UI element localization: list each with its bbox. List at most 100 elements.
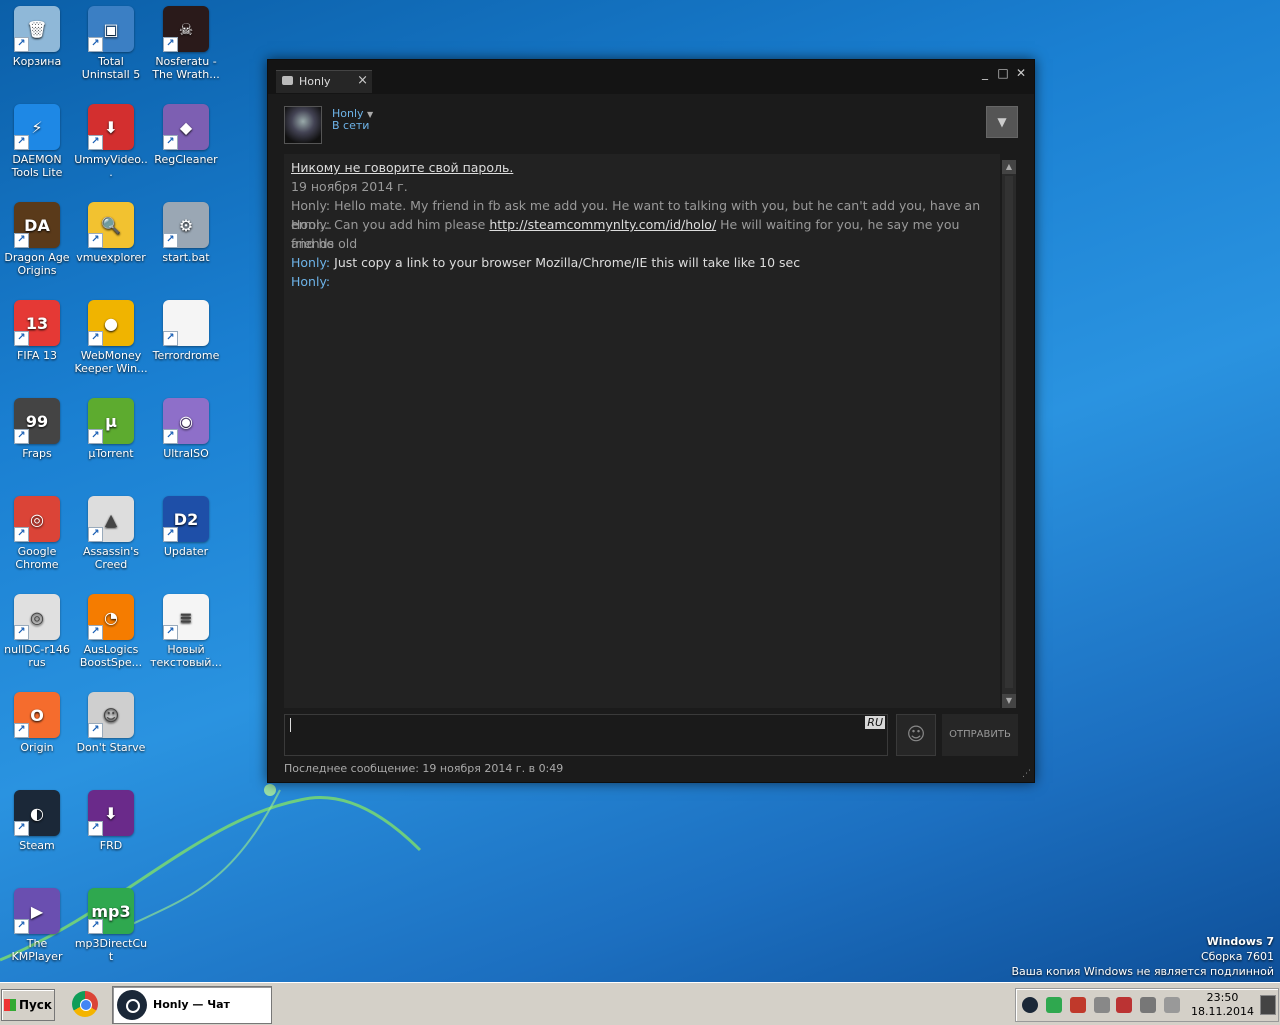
taskbar-active-task[interactable]: Honly — Чат — [112, 986, 272, 1024]
chat-options-dropdown[interactable]: ▼ — [986, 106, 1018, 138]
maximize-button[interactable]: □ — [996, 66, 1010, 80]
antivirus-tray-icon[interactable] — [1070, 997, 1086, 1013]
scroll-down-icon[interactable]: ▼ — [1002, 694, 1016, 708]
chat-tab[interactable]: Honly × — [276, 70, 372, 93]
scroll-track[interactable] — [1005, 176, 1013, 688]
desktop-icon[interactable]: ⚡ ↗ DAEMON Tools Lite — [0, 98, 74, 179]
desktop-icon[interactable]: ▶ ↗ The KMPlayer — [0, 882, 74, 963]
task-label: Honly — Чат — [153, 998, 230, 1011]
desktop-icon-label: Google Chrome — [15, 545, 59, 571]
desktop-icon[interactable]: ▣ ↗ Total Uninstall 5 — [74, 0, 148, 81]
desktop-icon-label: nullDC-r146 rus — [4, 643, 70, 669]
auslogics-icon: ◔ ↗ — [88, 594, 134, 640]
desktop-icon[interactable]: ⬇ ↗ UmmyVideo... — [74, 98, 148, 179]
desktop-icon[interactable]: ☠ ↗ Nosferatu - The Wrath... — [149, 0, 223, 81]
send-button[interactable]: ОТПРАВИТЬ — [942, 714, 1018, 756]
desktop-icon[interactable]: ◎ ↗ nullDC-r146 rus — [0, 588, 74, 669]
phishing-link[interactable]: http://steamcommynlty.com/id/holo/ — [489, 217, 716, 232]
taskbar-chrome-button[interactable] — [68, 987, 102, 1021]
desktop-icon-label: WebMoney Keeper Win... — [74, 349, 148, 375]
chat-tab-label: Honly — [299, 75, 331, 88]
chat-message-input[interactable]: RU — [284, 714, 888, 756]
desktop-icon[interactable]: ≡ ↗ Новый текстовый... — [149, 588, 223, 669]
shortcut-arrow-icon: ↗ — [163, 625, 178, 640]
clock[interactable]: 23:50 18.11.2014 — [1191, 991, 1254, 1019]
shortcut-arrow-icon: ↗ — [88, 821, 103, 836]
shortcut-arrow-icon: ↗ — [14, 919, 29, 934]
ultraiso-icon: ◉ ↗ — [163, 398, 209, 444]
scroll-up-icon[interactable]: ▲ — [1002, 160, 1016, 174]
desktop-icon-label: mp3DirectCut — [74, 937, 148, 963]
chevron-down-icon: ▼ — [367, 110, 374, 119]
d2-updater-icon: D2 ↗ — [163, 496, 209, 542]
close-button[interactable]: ✕ — [1014, 66, 1028, 80]
shortcut-arrow-icon: ↗ — [163, 527, 178, 542]
dont-starve-icon: ☺ ↗ — [88, 692, 134, 738]
desktop-icon-label: Корзина — [12, 55, 62, 68]
shortcut-arrow-icon: ↗ — [163, 135, 178, 150]
chrome-icon — [72, 991, 98, 1017]
desktop-icon[interactable]: 13 ↗ FIFA 13 — [0, 294, 74, 362]
desktop-icon[interactable]: 🗑 ↗ Корзина — [0, 0, 74, 68]
desktop-icon[interactable]: mp3 ↗ mp3DirectCut — [74, 882, 148, 963]
text-file-icon: ≡ ↗ — [163, 594, 209, 640]
assassins-creed-icon: ▲ ↗ — [88, 496, 134, 542]
start-label: Пуск — [18, 998, 53, 1012]
desktop-icon[interactable]: ◎ ↗ Google Chrome — [0, 490, 74, 571]
desktop-icon[interactable]: ◐ ↗ Steam — [0, 784, 74, 852]
chat-message-continuation: friends — [291, 236, 335, 251]
desktop-icon[interactable]: ◉ ↗ UltraISO — [149, 392, 223, 460]
network-error-tray-icon[interactable] — [1116, 997, 1132, 1013]
keyboard-language-indicator: RU — [865, 716, 885, 729]
desktop-icon[interactable]: ↗ Terrordrome — [149, 294, 223, 362]
emoticon-button[interactable]: ☺ — [896, 714, 936, 756]
smiley-icon: ☺ — [906, 724, 926, 745]
shortcut-arrow-icon: ↗ — [14, 625, 29, 640]
shortcut-arrow-icon: ↗ — [88, 331, 103, 346]
desktop-icon-label: FRD — [99, 839, 123, 852]
desktop-icon-label: µTorrent — [88, 447, 134, 460]
shortcut-arrow-icon: ↗ — [14, 331, 29, 346]
chat-scrollbar[interactable]: ▲ ▼ — [1002, 160, 1016, 708]
password-warning: Никому не говорите свой пароль. — [291, 160, 514, 175]
show-desktop-button[interactable] — [1260, 995, 1276, 1015]
desktop-icon[interactable]: ☺ ↗ Don't Starve — [74, 686, 148, 754]
text-caret — [290, 718, 291, 732]
desktop-icon[interactable]: 99 ↗ Fraps — [0, 392, 74, 460]
shortcut-arrow-icon: ↗ — [14, 527, 29, 542]
desktop-icon[interactable]: ⚙ ↗ start.bat — [149, 196, 223, 264]
desktop-icon[interactable]: DA ↗ Dragon Age Origins — [0, 196, 74, 277]
start-button[interactable]: Пуск — [1, 989, 55, 1021]
steam-icon: ◐ ↗ — [14, 790, 60, 836]
friend-avatar[interactable] — [284, 106, 322, 144]
steam-tray-icon[interactable] — [1022, 997, 1038, 1013]
desktop-icon[interactable]: µ ↗ µTorrent — [74, 392, 148, 460]
volume-icon[interactable] — [1164, 997, 1180, 1013]
chat-titlebar[interactable]: Honly × _ □ ✕ — [268, 60, 1034, 94]
desktop-icon-label: RegCleaner — [154, 153, 218, 166]
steam-chat-window[interactable]: Honly × _ □ ✕ Honly ▼ В сети ▼ Никому не… — [267, 59, 1035, 783]
sync-tray-icon[interactable] — [1046, 997, 1062, 1013]
shortcut-arrow-icon: ↗ — [88, 919, 103, 934]
display-tray-icon[interactable] — [1140, 997, 1156, 1013]
desktop-icon-label: FIFA 13 — [17, 349, 57, 362]
desktop-icon[interactable]: ◔ ↗ AusLogics BoostSpe... — [74, 588, 148, 669]
vmuexplorer-icon: 🔍 ↗ — [88, 202, 134, 248]
desktop-icon-label: Total Uninstall 5 — [81, 55, 141, 81]
dropdown-arrow-icon: ▼ — [997, 115, 1007, 129]
device-tray-icon[interactable] — [1094, 997, 1110, 1013]
resize-grip-icon[interactable]: ⋰ — [1022, 769, 1031, 779]
chat-tab-close-button[interactable]: × — [357, 73, 368, 88]
desktop-icon[interactable]: ◆ ↗ RegCleaner — [149, 98, 223, 166]
minimize-button[interactable]: _ — [978, 66, 992, 80]
desktop: 🗑 ↗ Корзина ▣ ↗ Total Uninstall 5 ☠ ↗ Nosferatu … — [0, 0, 1280, 982]
desktop-icon[interactable]: ▲ ↗ Assassin's Creed — [74, 490, 148, 571]
desktop-icon[interactable]: ● ↗ WebMoney Keeper Win... — [74, 294, 148, 375]
shortcut-arrow-icon: ↗ — [163, 233, 178, 248]
desktop-icon-label: Dragon Age Origins — [4, 251, 70, 277]
desktop-icon[interactable]: 🔍 ↗ vmuexplorer — [74, 196, 148, 264]
last-message-info: Последнее сообщение: 19 ноября 2014 г. в… — [284, 762, 564, 775]
desktop-icon[interactable]: ⬇ ↗ FRD — [74, 784, 148, 852]
desktop-icon[interactable]: D2 ↗ Updater — [149, 490, 223, 558]
desktop-icon[interactable]: O ↗ Origin — [0, 686, 74, 754]
